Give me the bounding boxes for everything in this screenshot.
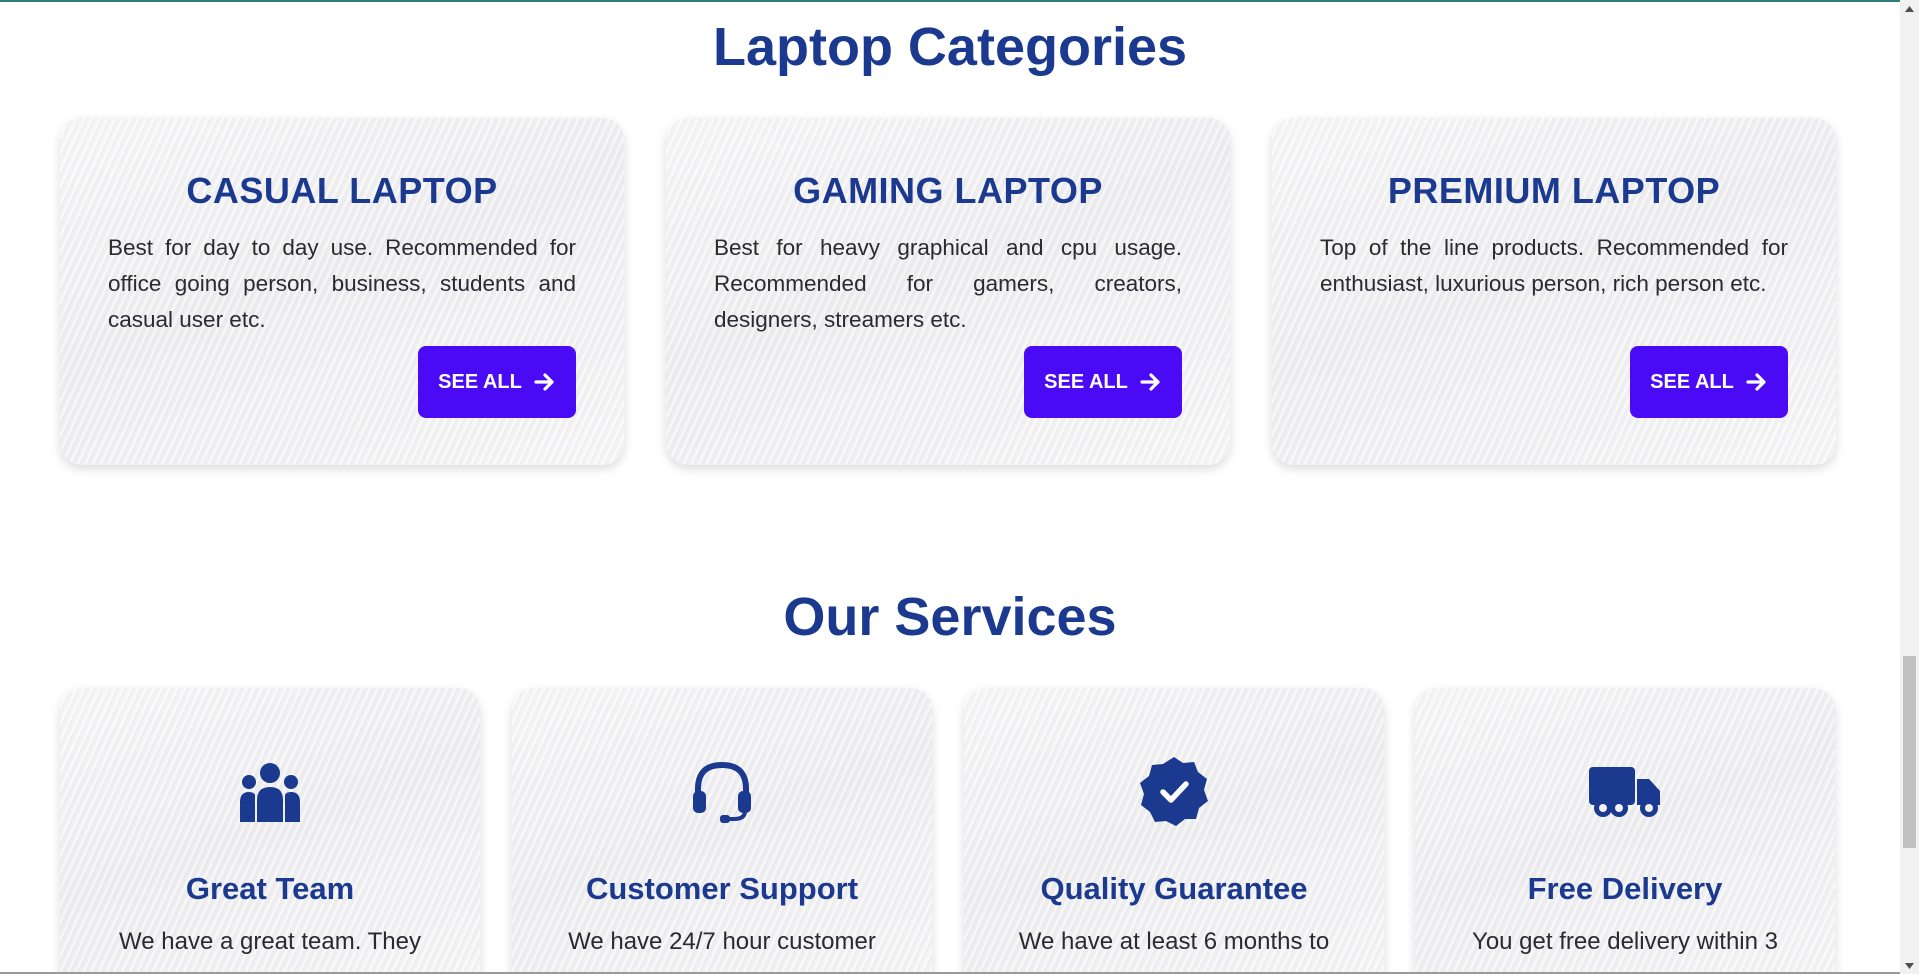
service-card-customer-support: Customer Support We have 24/7 hour custo… — [512, 688, 932, 974]
category-card-title: CASUAL LAPTOP — [186, 170, 498, 211]
verified-badge-icon — [964, 751, 1384, 831]
arrow-right-icon — [1746, 373, 1766, 391]
headset-icon — [512, 751, 932, 831]
arrow-right-icon — [1140, 373, 1160, 391]
see-all-label: SEE ALL — [1044, 370, 1128, 393]
see-all-gaming-button[interactable]: SEE ALL — [1024, 346, 1182, 418]
category-card-description: Best for day to day use. Recommended for… — [108, 235, 576, 332]
scrollbar-thumb[interactable] — [1903, 656, 1916, 848]
service-card-quality-guarantee: Quality Guarantee We have at least 6 mon… — [964, 688, 1384, 974]
category-card-premium: PREMIUM LAPTOP Top of the line products.… — [1272, 118, 1836, 465]
truck-icon — [1415, 751, 1835, 831]
see-all-casual-button[interactable]: SEE ALL — [418, 346, 576, 418]
category-card-gaming: GAMING LAPTOP Best for heavy graphical a… — [666, 118, 1230, 465]
categories-section-title: Laptop Categories — [712, 17, 1188, 77]
category-card-title: PREMIUM LAPTOP — [1387, 170, 1721, 211]
service-description: You get free delivery within 3 — [1472, 928, 1778, 955]
services-section-title: Our Services — [783, 587, 1117, 647]
service-card-great-team: Great Team We have a great team. They — [60, 688, 480, 974]
scroll-up-arrow-icon[interactable] — [1900, 0, 1919, 17]
service-title: Quality Guarantee — [1040, 871, 1308, 906]
scroll-down-arrow-icon[interactable] — [1900, 957, 1919, 974]
see-all-premium-button[interactable]: SEE ALL — [1630, 346, 1788, 418]
category-card-title: GAMING LAPTOP — [793, 170, 1103, 211]
service-description: We have at least 6 months to — [1018, 928, 1330, 955]
see-all-label: SEE ALL — [1650, 370, 1734, 393]
service-description: We have a great team. They — [119, 928, 421, 955]
see-all-label: SEE ALL — [438, 370, 522, 393]
arrow-right-icon — [534, 373, 554, 391]
vertical-scrollbar[interactable] — [1900, 0, 1919, 974]
service-card-free-delivery: Free Delivery You get free delivery with… — [1415, 688, 1835, 974]
category-card-casual: CASUAL LAPTOP Best for day to day use. R… — [60, 118, 624, 465]
service-title: Free Delivery — [1527, 871, 1723, 906]
team-icon — [60, 751, 480, 831]
service-title: Customer Support — [585, 871, 859, 906]
category-card-description: Best for heavy graphical and cpu usage. … — [714, 235, 1182, 332]
page-content: Laptop Categories CASUAL LAPTOP Best for… — [0, 0, 1900, 974]
service-title: Great Team — [185, 871, 355, 906]
service-description: We have 24/7 hour customer — [568, 928, 876, 955]
category-card-description: Top of the line products. Recommended fo… — [1320, 235, 1788, 296]
